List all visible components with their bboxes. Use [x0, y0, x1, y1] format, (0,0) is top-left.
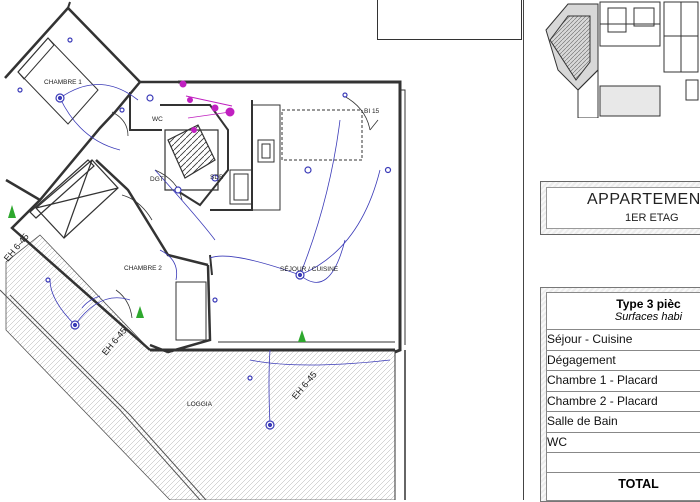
- table-row: Dégagement: [547, 351, 700, 371]
- wardrobe-chambre-2: [29, 159, 119, 239]
- room-label-sejour: SÉJOUR / CUISINE: [280, 264, 339, 273]
- plumbing: [179, 80, 235, 133]
- table-row-blank: [547, 453, 700, 473]
- room-label-chambre-2: CHAMBRE 2: [124, 265, 162, 272]
- desk-chambre-2: [175, 281, 207, 341]
- room-label-chambre-1: CHAMBRE 1: [44, 79, 82, 86]
- apartment-title-block: APPARTEMEN 1ER ETAG: [540, 181, 700, 235]
- room-label-bi: BI 15: [364, 108, 380, 115]
- apartment-title: APPARTEMEN: [587, 191, 700, 208]
- apartment-floor: 1ER ETAG: [625, 212, 679, 224]
- room-label-sdb: SDB: [210, 174, 223, 181]
- floor-plan: EH 6-45 EH 6-45 EH 6-45 CHAMBRE 1 WC DGT…: [0, 1, 406, 500]
- room-label-dgt: DGT: [150, 176, 164, 183]
- row-label: Chambre 2 - Placard: [547, 393, 658, 408]
- table-row: Chambre 2 - Placard: [547, 392, 700, 412]
- row-label: Dégagement: [547, 352, 616, 367]
- title-block-top: [377, 0, 522, 40]
- row-label: WC: [547, 434, 567, 449]
- apartment-type: Type 3 pièc: [616, 297, 681, 311]
- surface-table-header: Type 3 pièc Surfaces habi: [547, 293, 700, 330]
- table-row: Séjour - Cuisine: [547, 330, 700, 351]
- room-label-wc: WC: [152, 116, 163, 123]
- row-label: Salle de Bain: [547, 414, 618, 428]
- total-label: TOTAL: [618, 477, 659, 491]
- table-row: Salle de Bain: [547, 412, 700, 433]
- table-row: Chambre 1 - Placard: [547, 371, 700, 392]
- table-row: WC: [547, 433, 700, 453]
- row-label: Séjour - Cuisine: [547, 332, 633, 346]
- kitchen-counter: [251, 104, 363, 211]
- room-label-loggia: LOGGIA: [187, 401, 213, 408]
- building-key-plan: [545, 1, 699, 118]
- bathtub: [229, 169, 253, 205]
- sheet-divider: [523, 0, 524, 500]
- row-label: Chambre 1 - Placard: [547, 373, 658, 387]
- loggia-deck: [0, 234, 396, 500]
- surfaces-subheader: Surfaces habi: [614, 311, 683, 323]
- apartment-title-inner: APPARTEMEN 1ER ETAG: [546, 187, 700, 229]
- surface-table-frame: Type 3 pièc Surfaces habi Séjour - Cuisi…: [540, 287, 700, 502]
- surface-table: Type 3 pièc Surfaces habi Séjour - Cuisi…: [546, 292, 700, 501]
